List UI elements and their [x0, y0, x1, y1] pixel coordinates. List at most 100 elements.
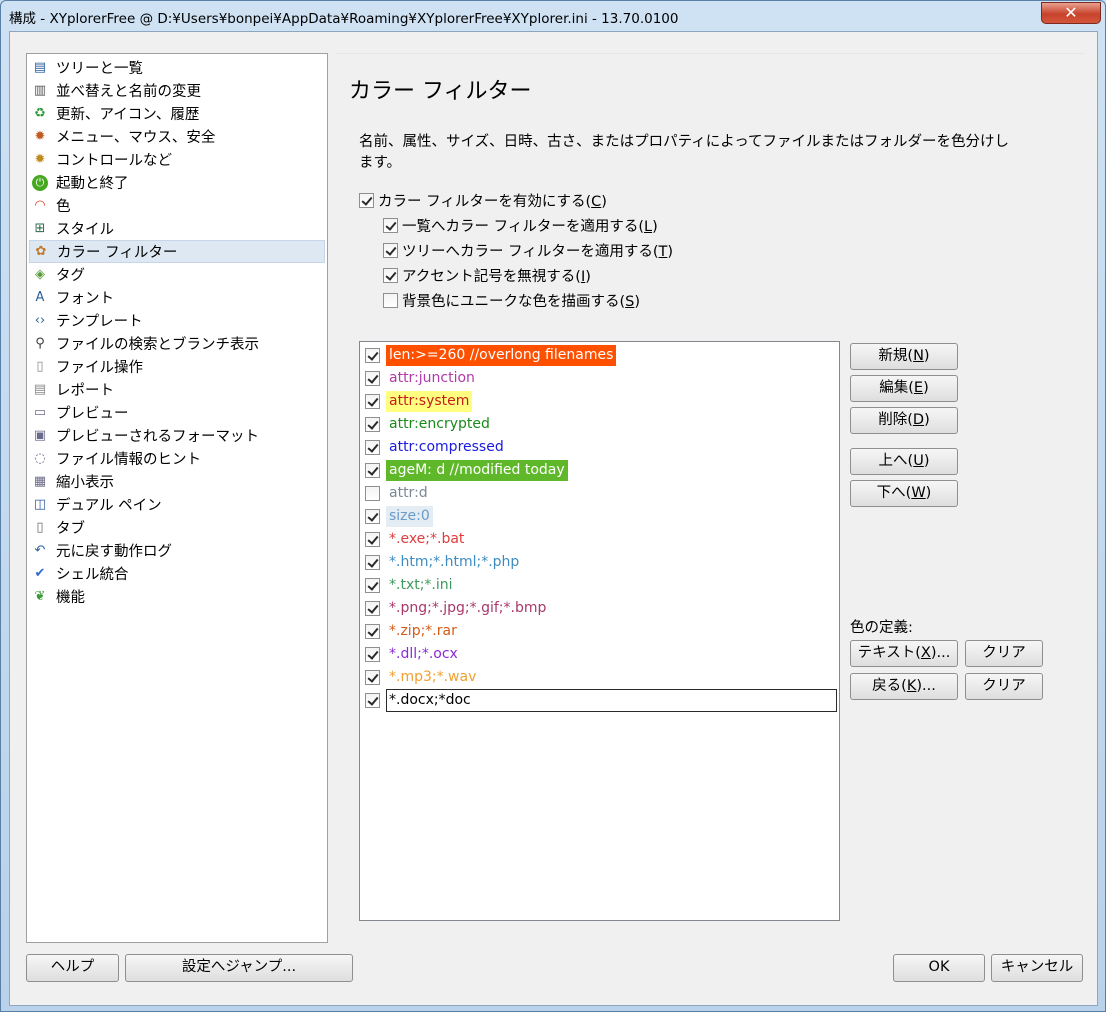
sidebar-item[interactable]: ▥ 並べ替えと名前の変更: [29, 79, 325, 102]
filter-checkbox[interactable]: [365, 486, 380, 501]
checkbox-box[interactable]: [383, 268, 398, 283]
filter-checkbox[interactable]: [365, 555, 380, 570]
filter-checkbox[interactable]: [365, 578, 380, 593]
apply-tree-checkbox[interactable]: ツリーへカラー フィルターを適用する(T): [383, 240, 673, 261]
sidebar-item-label: 起動と終了: [56, 176, 129, 192]
sidebar-item[interactable]: ❦ 機能: [29, 585, 325, 608]
ok-button[interactable]: OK: [893, 954, 985, 982]
checkbox-label: 背景色にユニークな色を描画する(S): [402, 294, 641, 310]
checkbox-box[interactable]: [383, 243, 398, 258]
checkbox-box[interactable]: [359, 193, 374, 208]
filter-checkbox[interactable]: [365, 532, 380, 547]
tree-list-icon: ▤: [33, 59, 47, 75]
sidebar-item-label: 元に戻す動作ログ: [56, 544, 172, 560]
sidebar-item[interactable]: ◠ 色: [29, 194, 325, 217]
edit-button[interactable]: 編集(E): [850, 375, 958, 402]
filter-checkbox[interactable]: [365, 693, 380, 708]
filter-list-item[interactable]: *.zip;*.rar: [363, 620, 837, 643]
filter-list-item[interactable]: attr:system: [363, 390, 837, 413]
sidebar-item[interactable]: ⚲ ファイルの検索とブランチ表示: [29, 332, 325, 355]
filter-list-item[interactable]: *.mp3;*.wav: [363, 666, 837, 689]
text-color-button[interactable]: テキスト(X)...: [850, 640, 958, 667]
sidebar-item-label: 更新、アイコン、履歴: [56, 107, 200, 123]
filter-text: *.exe;*.bat: [389, 531, 465, 547]
close-button[interactable]: ✕: [1041, 2, 1101, 24]
filter-checkbox[interactable]: [365, 348, 380, 363]
filter-list-item[interactable]: attr:junction: [363, 367, 837, 390]
sidebar-item[interactable]: ◫ デュアル ペイン: [29, 493, 325, 516]
color-filter-icon: ✿: [35, 243, 47, 259]
report-icon: ▤: [33, 381, 47, 397]
sidebar-item[interactable]: ▯ ファイル操作: [29, 355, 325, 378]
clear-back-color-button[interactable]: クリア: [965, 673, 1043, 700]
sidebar-item[interactable]: ▣ プレビューされるフォーマット: [29, 424, 325, 447]
enable-color-filter-checkbox[interactable]: カラー フィルターを有効にする(C): [359, 190, 607, 211]
filter-list-item[interactable]: *.png;*.jpg;*.gif;*.bmp: [363, 597, 837, 620]
filter-checkbox[interactable]: [365, 601, 380, 616]
clear-text-color-button[interactable]: クリア: [965, 640, 1043, 667]
filter-checkbox[interactable]: [365, 394, 380, 409]
filter-list-item[interactable]: *.txt;*.ini: [363, 574, 837, 597]
cancel-button[interactable]: キャンセル: [991, 954, 1083, 982]
help-button[interactable]: ヘルプ: [26, 954, 119, 982]
move-up-button[interactable]: 上へ(U): [850, 448, 958, 475]
sidebar-item[interactable]: ‹› テンプレート: [29, 309, 325, 332]
sidebar-item[interactable]: ✹ メニュー、マウス、安全: [29, 125, 325, 148]
delete-button[interactable]: 削除(D): [850, 407, 958, 434]
menu-gear-icon: ✹: [34, 128, 46, 144]
sidebar-item[interactable]: ▭ プレビュー: [29, 401, 325, 424]
sidebar-item[interactable]: ⏻ 起動と終了: [29, 171, 325, 194]
sidebar-item[interactable]: ▤ レポート: [29, 378, 325, 401]
filter-list-item[interactable]: ageM: d //modified today: [363, 459, 837, 482]
tab-page-icon: ▯: [36, 519, 44, 535]
back-color-button[interactable]: 戻る(K)...: [850, 673, 958, 700]
filter-list-item[interactable]: size:0: [363, 505, 837, 528]
sidebar-item[interactable]: ✿ カラー フィルター: [29, 240, 325, 263]
filter-edit-field[interactable]: *.docx;*doc: [386, 689, 837, 712]
sidebar-item[interactable]: ♻ 更新、アイコン、履歴: [29, 102, 325, 125]
filter-list-item[interactable]: attr:encrypted: [363, 413, 837, 436]
checkbox-box[interactable]: [383, 218, 398, 233]
filter-checkbox[interactable]: [365, 647, 380, 662]
filter-checkbox[interactable]: [365, 509, 380, 524]
filter-checkbox[interactable]: [365, 624, 380, 639]
refresh-icon: ♻: [34, 105, 46, 121]
category-tree[interactable]: ▤ ツリーと一覧 ▥ 並べ替えと名前の変更 ♻ 更新、アイコン、履歴 ✹ メニュー、マウス、安…: [26, 53, 328, 943]
sidebar-item[interactable]: ⊞ スタイル: [29, 217, 325, 240]
sidebar-item[interactable]: ▤ ツリーと一覧: [29, 56, 325, 79]
jump-to-setting-button[interactable]: 設定へジャンプ...: [125, 954, 353, 982]
move-down-button[interactable]: 下へ(W): [850, 480, 958, 507]
preview-icon: ▭: [33, 404, 47, 420]
filter-checkbox[interactable]: [365, 440, 380, 455]
filter-list-item[interactable]: *.docx;*doc: [363, 689, 837, 712]
ignore-diacritics-checkbox[interactable]: アクセント記号を無視する(I): [383, 265, 591, 286]
filter-checkbox[interactable]: [365, 670, 380, 685]
filter-checkbox[interactable]: [365, 417, 380, 432]
checkbox-box[interactable]: [383, 293, 398, 308]
unique-background-checkbox[interactable]: 背景色にユニークな色を描画する(S): [383, 290, 640, 311]
filter-list-item[interactable]: attr:compressed: [363, 436, 837, 459]
checkbox-label: 一覧へカラー フィルターを適用する(L): [402, 219, 658, 235]
sidebar-item[interactable]: A フォント: [29, 286, 325, 309]
sidebar-item[interactable]: ✔ シェル統合: [29, 562, 325, 585]
speech-bubble-icon: ◌: [34, 450, 46, 466]
sidebar-item-label: ツリーと一覧: [56, 61, 143, 77]
power-icon: ⏻: [32, 174, 48, 191]
filter-list-item[interactable]: attr:d: [363, 482, 837, 505]
sidebar-item[interactable]: ▦ 縮小表示: [29, 470, 325, 493]
sidebar-item[interactable]: ↶ 元に戻す動作ログ: [29, 539, 325, 562]
filter-checkbox[interactable]: [365, 371, 380, 386]
sidebar-item[interactable]: ◈ タグ: [29, 263, 325, 286]
filter-list-item[interactable]: *.dll;*.ocx: [363, 643, 837, 666]
sidebar-item[interactable]: ◌ ファイル情報のヒント: [29, 447, 325, 470]
sidebar-item[interactable]: ✹ コントロールなど: [29, 148, 325, 171]
apply-list-checkbox[interactable]: 一覧へカラー フィルターを適用する(L): [383, 215, 658, 236]
filter-list-item[interactable]: len:>=260 //overlong filenames: [363, 344, 837, 367]
sidebar-item[interactable]: ▯ タブ: [29, 516, 325, 539]
filter-list-item[interactable]: *.htm;*.html;*.php: [363, 551, 837, 574]
filter-checkbox[interactable]: [365, 463, 380, 478]
new-button[interactable]: 新規(N): [850, 343, 958, 370]
color-filter-list[interactable]: len:>=260 //overlong filenames attr:junct…: [359, 341, 840, 921]
filter-text: attr:system: [386, 391, 473, 412]
filter-list-item[interactable]: *.exe;*.bat: [363, 528, 837, 551]
